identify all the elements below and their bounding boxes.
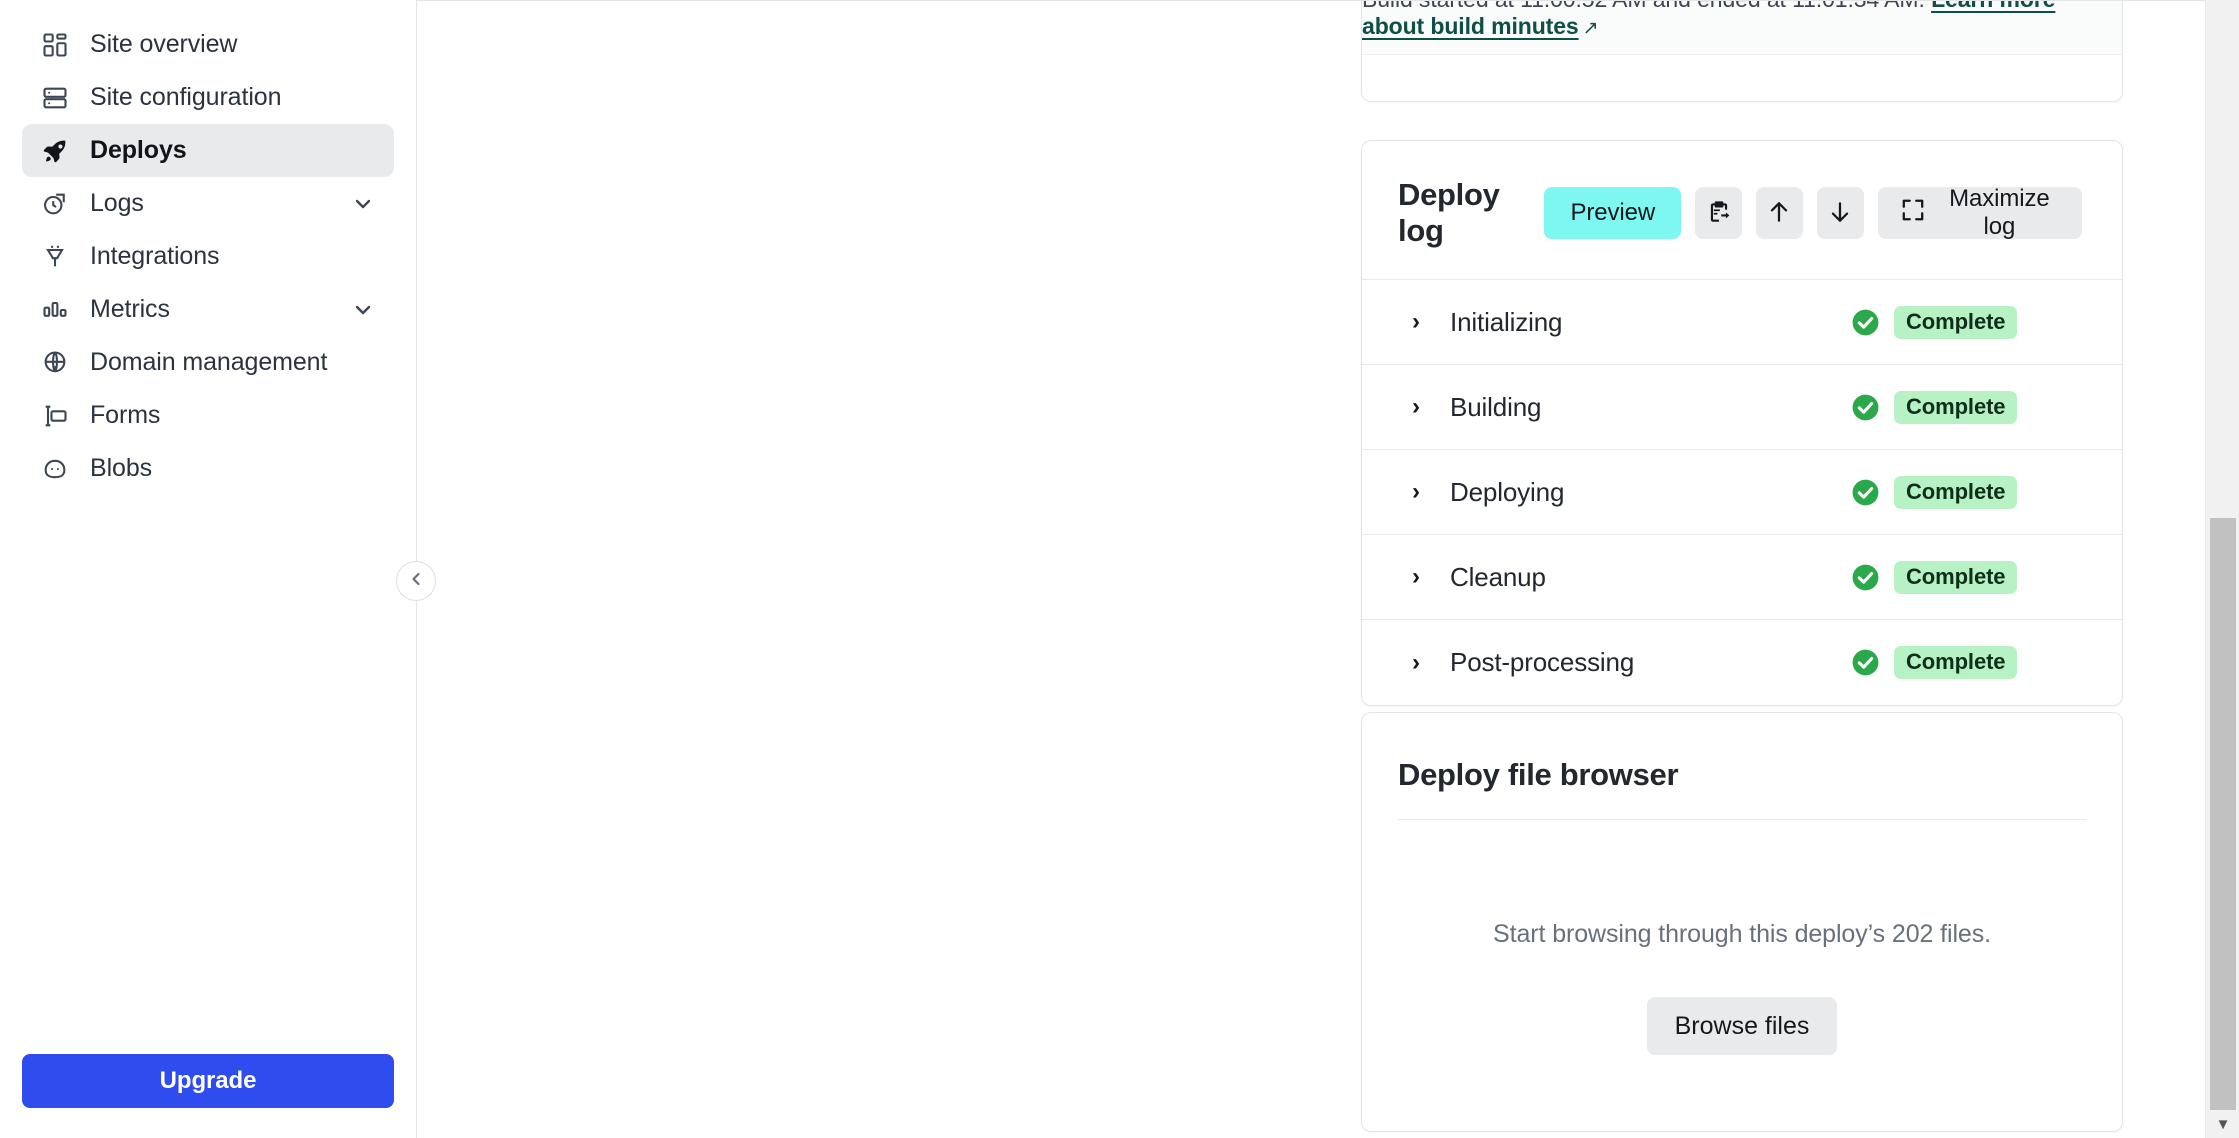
main-content: Build started at 11:00:52 AM and ended a… [417, 0, 2239, 1138]
table-row[interactable]: › Post-processing Complete [1362, 620, 2122, 705]
deploy-log-title: Deploy log [1398, 177, 1500, 248]
deploy-log-card: Deploy log Preview Maximize log › Initia… [1361, 140, 2123, 706]
chevron-right-icon[interactable]: › [1398, 308, 1434, 336]
sidebar-item-label: Deploys [90, 136, 187, 164]
status-badge-label: Complete [1894, 475, 2018, 509]
globe-icon [40, 348, 70, 378]
sidebar-item-metrics[interactable]: Metrics [22, 283, 394, 336]
check-circle-icon [1850, 647, 1881, 678]
sidebar: Site overview Site configuration Deploys… [0, 0, 436, 1138]
deploy-log-rows: › Initializing Complete › Building Compl… [1362, 280, 2122, 705]
deploy-log-actions: Preview Maximize log [1544, 185, 2082, 240]
check-circle-icon [1850, 562, 1881, 593]
sidebar-item-blobs[interactable]: Blobs [22, 442, 394, 495]
upgrade-button[interactable]: Upgrade [22, 1054, 394, 1108]
status-badge: Complete [1850, 475, 2018, 509]
sidebar-item-label: Site configuration [90, 83, 282, 111]
table-row[interactable]: › Deploying Complete [1362, 450, 2122, 535]
deploy-file-browser-card: Deploy file browser Start browsing throu… [1361, 712, 2123, 1132]
status-badge-label: Complete [1894, 305, 2018, 339]
chevron-left-icon [406, 569, 426, 594]
build-summary-text: Build started at 11:00:52 AM and ended a… [1362, 0, 2122, 40]
sidebar-item-domain-management[interactable]: Domain management [22, 336, 394, 389]
scroll-to-bottom-button[interactable] [1816, 187, 1864, 239]
logs-icon [40, 189, 70, 219]
sidebar-item-label: Blobs [90, 454, 153, 482]
deploy-stage-label: Post-processing [1450, 647, 1635, 677]
build-summary-card: Build started at 11:00:52 AM and ended a… [1361, 0, 2123, 102]
build-summary-strip: Build started at 11:00:52 AM and ended a… [1362, 0, 2122, 55]
chevron-down-icon[interactable] [350, 297, 376, 323]
external-link-icon: ↗ [1582, 18, 1599, 39]
status-badge-label: Complete [1894, 646, 2018, 679]
deploy-stage-label: Initializing [1450, 306, 1563, 337]
deploy-stage-label: Cleanup [1450, 561, 1546, 592]
status-badge: Complete [1850, 305, 2018, 339]
arrow-down-icon [1827, 199, 1853, 228]
sidebar-item-label: Logs [90, 189, 144, 217]
dashboard-icon [40, 30, 70, 60]
browse-files-button[interactable]: Browse files [1646, 997, 1838, 1055]
arrow-up-icon [1766, 199, 1792, 228]
blob-icon [40, 454, 70, 484]
table-row[interactable]: › Building Complete [1362, 365, 2122, 450]
sidebar-item-label: Domain management [90, 348, 328, 376]
maximize-log-label: Maximize log [1949, 185, 2050, 240]
sidebar-item-site-configuration[interactable]: Site configuration [22, 71, 394, 124]
bar-chart-icon [40, 295, 70, 325]
page-scrollbar[interactable]: ▼ [2205, 0, 2239, 1138]
sidebar-nav: Site overview Site configuration Deploys… [0, 18, 416, 495]
status-badge: Complete [1850, 390, 2018, 424]
status-badge-label: Complete [1894, 560, 2018, 594]
check-circle-icon [1850, 307, 1881, 338]
plug-icon [40, 242, 70, 272]
sidebar-item-integrations[interactable]: Integrations [22, 230, 394, 283]
table-row[interactable]: › Cleanup Complete [1362, 535, 2122, 620]
table-row[interactable]: › Initializing Complete [1362, 280, 2122, 365]
scrollbar-down-arrow[interactable]: ▼ [2206, 1110, 2239, 1138]
deploy-log-header: Deploy log Preview Maximize log [1362, 141, 2122, 280]
preview-button[interactable]: Preview [1544, 187, 1682, 239]
status-badge: Complete [1850, 560, 2018, 594]
check-circle-icon [1850, 392, 1881, 423]
chevron-right-icon[interactable]: › [1398, 393, 1434, 421]
file-browser-title: Deploy file browser [1398, 757, 1679, 792]
build-summary-sentence: Build started at 11:00:52 AM and ended a… [1362, 0, 1925, 12]
sidebar-item-label: Metrics [90, 295, 170, 323]
check-circle-icon [1850, 477, 1881, 508]
status-badge: Complete [1850, 646, 2018, 679]
maximize-icon [1900, 197, 1926, 230]
clipboard-copy-icon [1706, 199, 1732, 228]
deploy-stage-label: Deploying [1450, 476, 1565, 507]
content-top-border [417, 0, 2205, 1]
file-browser-empty-text: Start browsing through this deploy’s 202… [1493, 920, 1991, 948]
scrollbar-thumb[interactable] [2210, 518, 2236, 1110]
rocket-icon [40, 136, 70, 166]
upgrade-section: Upgrade [0, 1054, 416, 1138]
sidebar-item-label: Forms [90, 401, 161, 429]
app-root: Site overview Site configuration Deploys… [0, 0, 2239, 1138]
deploy-stage-label: Building [1450, 391, 1542, 422]
server-icon [40, 83, 70, 113]
copy-log-button[interactable] [1695, 187, 1742, 239]
sidebar-collapse-button[interactable] [396, 561, 436, 601]
chevron-down-icon[interactable] [350, 191, 376, 217]
chevron-right-icon[interactable]: › [1398, 563, 1434, 591]
scroll-to-top-button[interactable] [1756, 187, 1803, 239]
chevron-right-icon[interactable]: › [1398, 478, 1434, 506]
sidebar-item-site-overview[interactable]: Site overview [22, 18, 394, 71]
maximize-log-button[interactable]: Maximize log [1877, 185, 2082, 240]
sidebar-item-forms[interactable]: Forms [22, 389, 394, 442]
sidebar-item-label: Site overview [90, 30, 238, 58]
sidebar-item-deploys[interactable]: Deploys [22, 124, 394, 177]
file-browser-empty-state: Start browsing through this deploy’s 202… [1362, 820, 2122, 1055]
sidebar-item-logs[interactable]: Logs [22, 177, 394, 230]
chevron-right-icon[interactable]: › [1398, 649, 1434, 677]
sidebar-item-label: Integrations [90, 242, 220, 270]
form-icon [40, 401, 70, 431]
status-badge-label: Complete [1894, 390, 2018, 424]
